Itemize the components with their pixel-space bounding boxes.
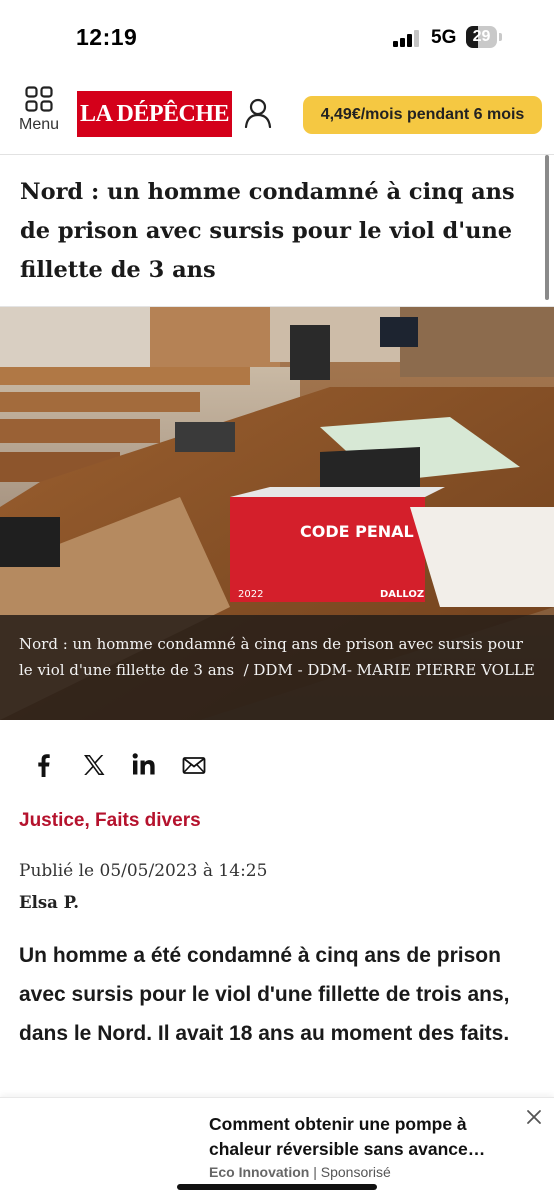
article-image[interactable]: CODE PENAL 2022 DALLOZ Nord : un homme c… bbox=[0, 307, 554, 720]
clock: 12:19 bbox=[76, 24, 138, 50]
menu-label: Menu bbox=[18, 116, 60, 133]
article-author[interactable]: Elsa P. bbox=[19, 893, 79, 912]
email-icon[interactable] bbox=[179, 750, 209, 780]
article-title: Nord : un homme condamné à cinq ans de p… bbox=[20, 179, 515, 283]
subscribe-button[interactable]: 4,49€/mois pendant 6 mois bbox=[303, 96, 542, 134]
share-bar bbox=[0, 740, 554, 790]
article-categories: Justice, Faits divers bbox=[19, 810, 201, 832]
ad-sponsored-label: Sponsorisé bbox=[320, 1164, 391, 1180]
x-icon[interactable] bbox=[79, 750, 109, 780]
battery-icon: 29 bbox=[466, 26, 502, 48]
category-separator: , bbox=[84, 810, 96, 831]
site-logo[interactable]: LA DÉPÊCHE bbox=[77, 91, 232, 137]
category-link-faits-divers[interactable]: Faits divers bbox=[95, 810, 201, 831]
battery-level: 29 bbox=[472, 28, 491, 45]
book-title: CODE PENAL bbox=[300, 522, 414, 541]
network-type: 5G bbox=[431, 27, 457, 48]
menu-button[interactable]: Menu bbox=[14, 86, 64, 138]
user-icon[interactable] bbox=[244, 98, 272, 128]
menu-grid-icon bbox=[25, 86, 53, 112]
linkedin-icon[interactable] bbox=[129, 750, 159, 780]
article-title-section: Nord : un homme condamné à cinq ans de p… bbox=[0, 155, 554, 307]
ad-title[interactable]: Comment obtenir une pompe à chaleur réve… bbox=[209, 1112, 524, 1162]
category-link-justice[interactable]: Justice bbox=[19, 810, 84, 831]
book-year: 2022 bbox=[238, 589, 263, 600]
ad-source[interactable]: Eco Innovation bbox=[209, 1164, 309, 1180]
signal-icon bbox=[393, 29, 423, 47]
facebook-icon[interactable] bbox=[29, 750, 59, 780]
close-icon[interactable] bbox=[525, 1108, 543, 1126]
caption-credit: DDM - DDM- MARIE PIERRE VOLLE bbox=[253, 661, 535, 679]
ad-image[interactable] bbox=[0, 1098, 198, 1201]
scrollbar[interactable] bbox=[545, 155, 549, 300]
status-bar: 12:19 5G 29 bbox=[0, 0, 554, 72]
image-caption: Nord : un homme condamné à cinq ans de p… bbox=[0, 615, 554, 720]
book-brand: DALLOZ bbox=[380, 589, 424, 600]
publish-date: Publié le 05/05/2023 à 14:25 bbox=[19, 861, 268, 881]
site-header: Menu LA DÉPÊCHE 4,49€/mois pendant 6 moi… bbox=[0, 72, 554, 155]
home-indicator bbox=[177, 1184, 377, 1190]
ad-source-line: Eco Innovation | Sponsorisé bbox=[209, 1164, 391, 1180]
article-lead: Un homme a été condamné à cinq ans de pr… bbox=[19, 944, 510, 1045]
caption-text: Nord : un homme condamné à cinq ans de p… bbox=[19, 635, 535, 679]
